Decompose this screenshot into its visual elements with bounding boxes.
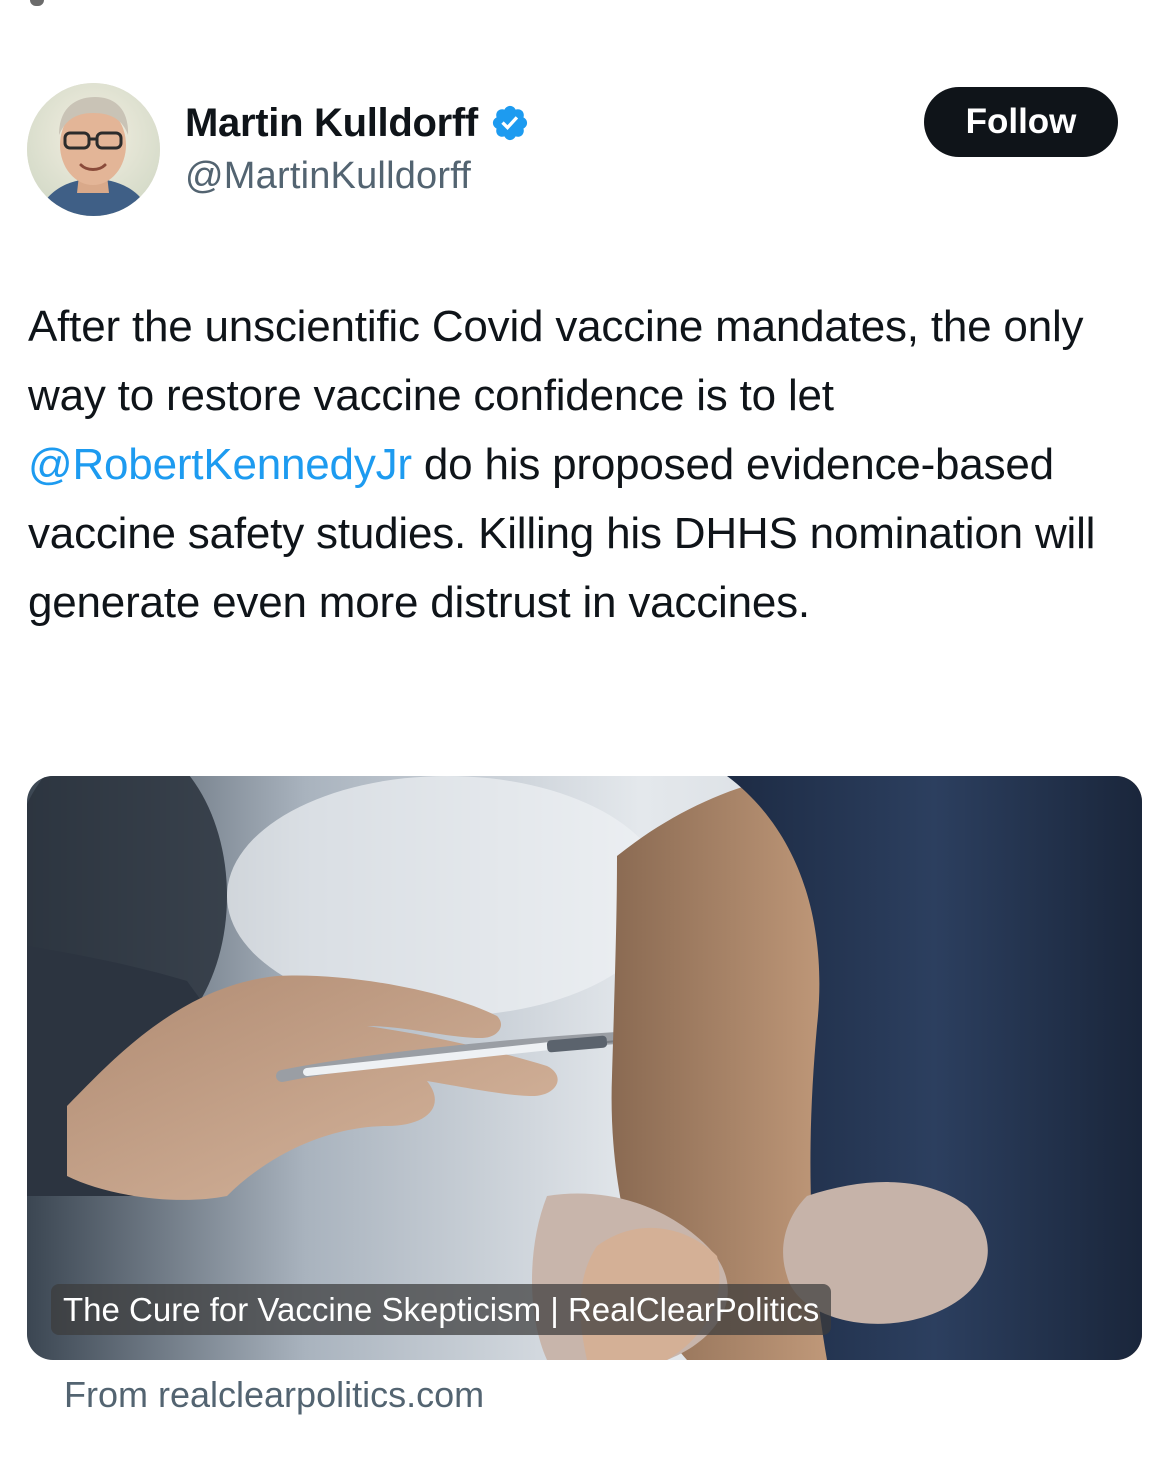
follow-button[interactable]: Follow xyxy=(924,87,1118,157)
link-card-caption[interactable]: The Cure for Vaccine Skepticism | RealCl… xyxy=(51,1284,832,1335)
author-name-row[interactable]: Martin Kulldorff xyxy=(185,98,530,148)
profile-photo-icon xyxy=(27,83,160,216)
link-preview-card[interactable]: The Cure for Vaccine Skepticism | RealCl… xyxy=(27,776,1142,1360)
back-arrow-fragment-icon xyxy=(30,0,44,6)
tweet-text-part-1: After the unscientific Covid vaccine man… xyxy=(28,302,1084,420)
avatar[interactable] xyxy=(27,83,160,216)
link-source[interactable]: From realclearpolitics.com xyxy=(64,1374,484,1416)
mention-link[interactable]: @RobertKennedyJr xyxy=(28,440,412,489)
tweet-text: After the unscientific Covid vaccine man… xyxy=(28,292,1143,637)
tweet-view: Martin Kulldorff @MartinKulldorff Follow… xyxy=(0,0,1170,1476)
vaccination-photo-icon xyxy=(27,776,1142,1360)
verified-badge-icon xyxy=(492,105,528,141)
display-name[interactable]: Martin Kulldorff xyxy=(185,101,478,146)
user-handle[interactable]: @MartinKulldorff xyxy=(185,155,471,198)
